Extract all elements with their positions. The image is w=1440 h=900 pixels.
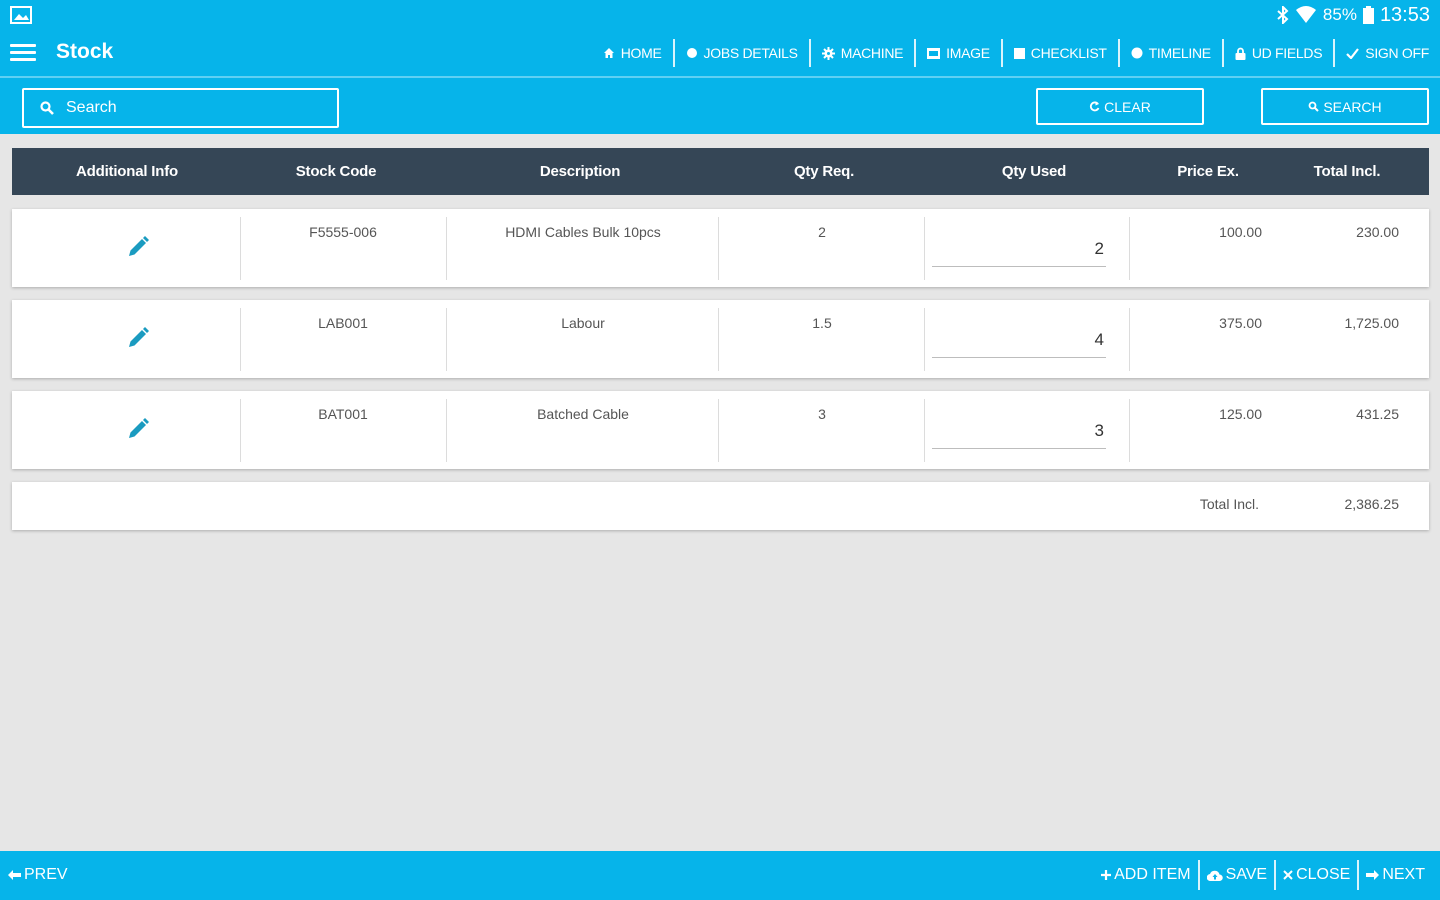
arrow-right-icon	[1366, 870, 1380, 880]
top-nav: HOME JOBS DETAILS MACHINE IMAGE CHECKLIS…	[592, 39, 1440, 67]
gear-icon	[821, 46, 835, 60]
cell-price-ex: 125.00	[1219, 406, 1262, 422]
battery-icon	[1362, 6, 1374, 24]
menu-icon[interactable]	[10, 44, 36, 62]
nav-image-label: IMAGE	[946, 45, 990, 61]
nav-checklist-label: CHECKLIST	[1030, 45, 1107, 61]
clear-button-label: CLEAR	[1104, 98, 1151, 115]
close-icon	[1283, 870, 1293, 880]
circle-icon	[686, 48, 697, 58]
search-toolbar: CLEAR SEARCH	[0, 78, 1440, 134]
total-row: Total Incl. 2,386.25	[12, 482, 1429, 530]
clear-button[interactable]: CLEAR	[1036, 88, 1204, 125]
bottom-action-bar: PREV ADD ITEM SAVE CLOSE NEXT	[0, 851, 1440, 900]
search-button-label: SEARCH	[1323, 98, 1382, 115]
cloud-upload-icon	[1206, 870, 1223, 881]
bluetooth-icon	[1277, 6, 1289, 24]
cell-stock-code: F5555-006	[309, 224, 377, 240]
save-button[interactable]: SAVE	[1197, 860, 1275, 890]
total-value: 2,386.25	[1344, 496, 1400, 512]
wifi-icon	[1295, 6, 1316, 23]
close-button-label: CLOSE	[1296, 866, 1351, 883]
column-header-qty-used: Qty Used	[1001, 163, 1067, 180]
page-title: Stock	[56, 40, 114, 63]
cell-description: Labour	[561, 315, 605, 331]
battery-percent: 85%	[1322, 5, 1357, 24]
plus-icon	[1101, 870, 1112, 880]
cell-description: Batched Cable	[537, 406, 629, 422]
clock-time: 13:53	[1379, 3, 1430, 26]
clock-icon	[1131, 47, 1143, 59]
add-item-button-label: ADD ITEM	[1114, 866, 1191, 883]
cell-qty-req: 1.5	[812, 315, 832, 331]
cell-total-incl: 431.25	[1356, 406, 1399, 422]
status-bar: 85% 13:53	[0, 0, 1440, 30]
arrow-left-icon	[8, 870, 21, 880]
nav-machine[interactable]: MACHINE	[808, 39, 914, 67]
close-button[interactable]: CLOSE	[1274, 860, 1357, 890]
cell-qty-req: 3	[818, 406, 826, 422]
table-row: F5555-006 HDMI Cables Bulk 10pcs 2 100.0…	[12, 209, 1429, 287]
nav-image[interactable]: IMAGE	[914, 39, 1001, 67]
column-header-additional-info: Additional Info	[76, 163, 178, 180]
refresh-icon	[1090, 101, 1100, 112]
search-icon	[40, 101, 54, 115]
table-row: BAT001 Batched Cable 3 125.00 431.25	[12, 391, 1429, 469]
nav-ud-fields-label: UD FIELDS	[1251, 45, 1323, 61]
status-indicators: 85% 13:53	[1277, 3, 1430, 27]
nav-home[interactable]: HOME	[592, 39, 673, 67]
nav-machine-label: MACHINE	[840, 45, 904, 61]
lock-icon	[1235, 47, 1246, 60]
nav-home-label: HOME	[620, 45, 662, 61]
bottom-actions: ADD ITEM SAVE CLOSE NEXT	[1094, 860, 1432, 890]
search-input[interactable]	[66, 99, 306, 117]
check-icon	[1346, 47, 1360, 59]
next-button-label: NEXT	[1382, 866, 1425, 883]
column-header-price-ex: Price Ex.	[1177, 163, 1239, 180]
cell-description: HDMI Cables Bulk 10pcs	[505, 224, 661, 240]
nav-ud-fields[interactable]: UD FIELDS	[1221, 39, 1333, 67]
table-header: Additional Info Stock Code Description Q…	[12, 148, 1429, 195]
cell-price-ex: 100.00	[1219, 224, 1262, 240]
column-header-qty-req: Qty Req.	[793, 163, 855, 180]
column-header-stock-code: Stock Code	[295, 163, 377, 180]
cell-total-incl: 230.00	[1356, 224, 1399, 240]
home-icon	[603, 48, 614, 58]
table-row: LAB001 Labour 1.5 375.00 1,725.00	[12, 300, 1429, 378]
app-bar: Stock HOME JOBS DETAILS MACHINE IMAGE CH…	[0, 30, 1440, 76]
nav-sign-off-label: SIGN OFF	[1365, 45, 1429, 61]
qty-used-input[interactable]	[932, 413, 1106, 449]
save-button-label: SAVE	[1225, 866, 1268, 883]
nav-checklist[interactable]: CHECKLIST	[1000, 39, 1118, 67]
next-button[interactable]: NEXT	[1357, 860, 1432, 890]
cell-stock-code: BAT001	[318, 406, 368, 422]
qty-used-input[interactable]	[932, 322, 1106, 358]
image-icon	[927, 47, 941, 59]
prev-button-label: PREV	[24, 866, 68, 883]
nav-jobs-details[interactable]: JOBS DETAILS	[672, 39, 809, 67]
total-label: Total Incl.	[1199, 496, 1259, 512]
edit-pencil-icon[interactable]	[125, 234, 151, 260]
cell-qty-req: 2	[818, 224, 826, 240]
nav-timeline[interactable]: TIMELINE	[1117, 39, 1222, 67]
cell-stock-code: LAB001	[318, 315, 368, 331]
prev-button[interactable]: PREV	[8, 866, 68, 884]
search-icon	[1308, 101, 1320, 112]
nav-sign-off[interactable]: SIGN OFF	[1333, 39, 1440, 67]
cell-total-incl: 1,725.00	[1344, 315, 1400, 331]
column-header-description: Description	[539, 163, 621, 180]
gallery-notification-icon	[10, 6, 32, 24]
nav-jobs-details-label: JOBS DETAILS	[703, 45, 798, 61]
search-field[interactable]	[22, 88, 339, 128]
qty-used-input[interactable]	[932, 231, 1106, 267]
nav-timeline-label: TIMELINE	[1148, 45, 1211, 61]
search-button[interactable]: SEARCH	[1261, 88, 1429, 125]
checklist-icon	[1013, 47, 1025, 59]
column-header-total-incl: Total Incl.	[1313, 163, 1381, 180]
cell-price-ex: 375.00	[1219, 315, 1262, 331]
edit-pencil-icon[interactable]	[125, 325, 151, 351]
add-item-button[interactable]: ADD ITEM	[1094, 860, 1197, 890]
edit-pencil-icon[interactable]	[125, 416, 151, 442]
